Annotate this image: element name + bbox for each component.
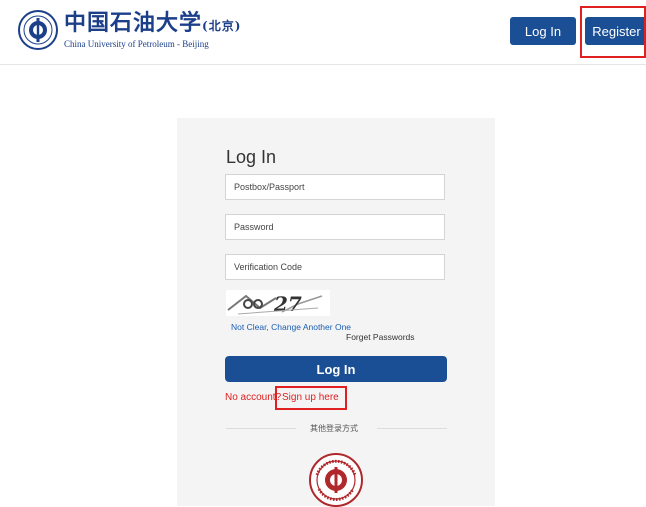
university-emblem-icon: [18, 10, 58, 50]
password-input[interactable]: Password: [225, 214, 445, 240]
logo-english-name: China University of Petroleum - Beijing: [64, 39, 209, 49]
other-login-methods-label: 其他登录方式: [310, 424, 358, 433]
login-title: Log In: [226, 147, 277, 167]
top-header: 中国石油大学(北京) China University of Petroleum…: [0, 0, 646, 65]
university-logo[interactable]: 中国石油大学(北京) China University of Petroleum…: [18, 10, 241, 50]
header-login-button[interactable]: Log In: [510, 17, 576, 45]
forget-password-link[interactable]: Forget Passwords: [346, 332, 415, 342]
verification-code-input[interactable]: Verification Code: [225, 254, 445, 280]
no-account-text: No account?: [225, 392, 282, 403]
login-submit-button[interactable]: Log In: [225, 356, 447, 382]
divider-left: [226, 428, 296, 429]
change-captcha-link[interactable]: Not Clear, Change Another One: [231, 322, 351, 332]
captcha-text: 27: [273, 292, 302, 316]
captcha-image[interactable]: 27: [226, 290, 330, 316]
logo-chinese-name: 中国石油大学: [64, 10, 203, 36]
register-highlight-box: [580, 6, 646, 58]
divider-right: [377, 428, 447, 429]
postbox-input[interactable]: Postbox/Passport: [225, 174, 445, 200]
logo-chinese-suffix: (北京): [202, 19, 242, 33]
signup-highlight-box: [275, 386, 347, 410]
university-seal-icon[interactable]: [309, 453, 363, 507]
